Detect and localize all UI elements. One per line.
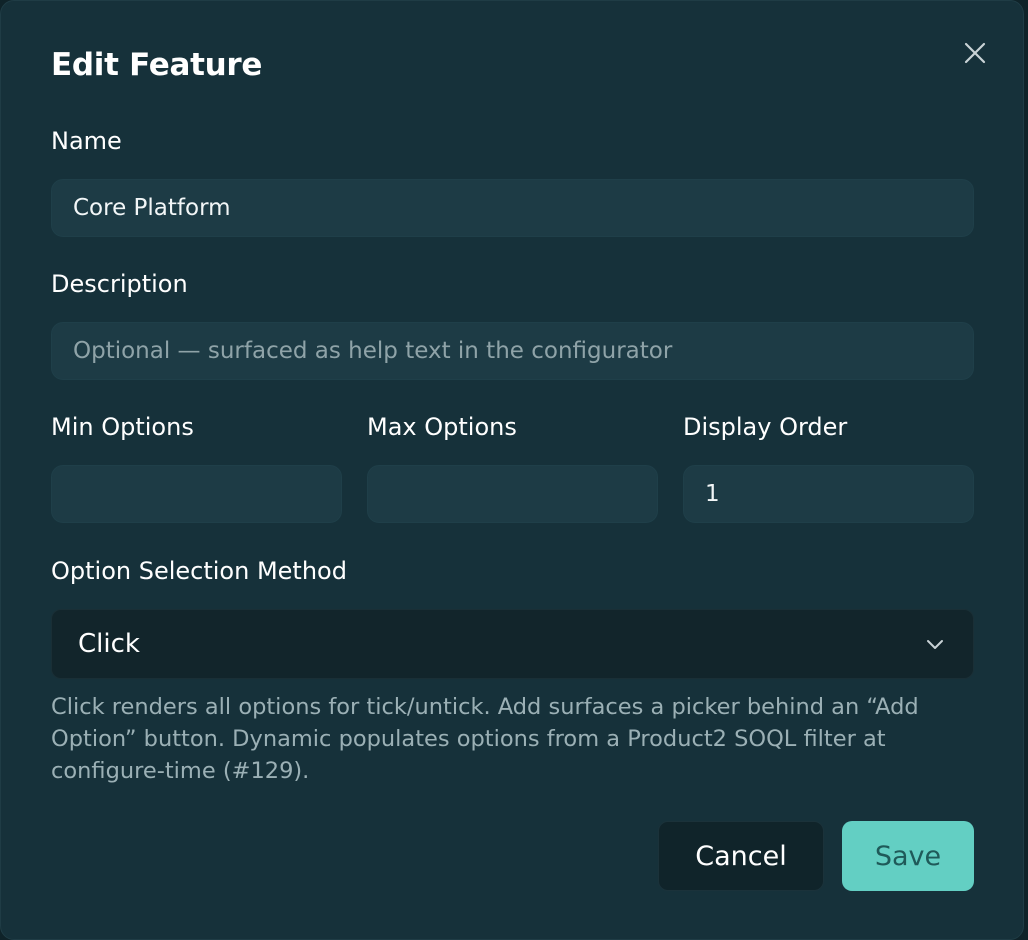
display-order-label: Display Order <box>683 413 848 441</box>
min-options-label: Min Options <box>51 413 194 441</box>
name-label: Name <box>51 127 122 155</box>
save-button[interactable]: Save <box>842 821 974 891</box>
selection-method-label: Option Selection Method <box>51 557 347 585</box>
selection-method-help: Click renders all options for tick/untic… <box>51 694 919 784</box>
close-icon <box>964 42 986 64</box>
description-label: Description <box>51 270 188 298</box>
cancel-button[interactable]: Cancel <box>658 821 824 891</box>
edit-feature-dialog: Edit Feature Name Core Platform Descript… <box>0 0 1024 940</box>
min-options-input[interactable] <box>51 465 342 523</box>
selection-method-value: Click <box>78 629 140 659</box>
chevron-down-icon <box>927 640 943 649</box>
close-button[interactable] <box>959 37 991 69</box>
name-input[interactable]: Core Platform <box>51 179 974 237</box>
selection-method-select[interactable]: Click <box>51 609 974 679</box>
dialog-title: Edit Feature <box>51 47 263 83</box>
max-options-input[interactable] <box>367 465 658 523</box>
description-input[interactable]: Optional — surfaced as help text in the … <box>51 322 974 380</box>
display-order-input[interactable]: 1 <box>683 465 974 523</box>
max-options-label: Max Options <box>367 413 517 441</box>
